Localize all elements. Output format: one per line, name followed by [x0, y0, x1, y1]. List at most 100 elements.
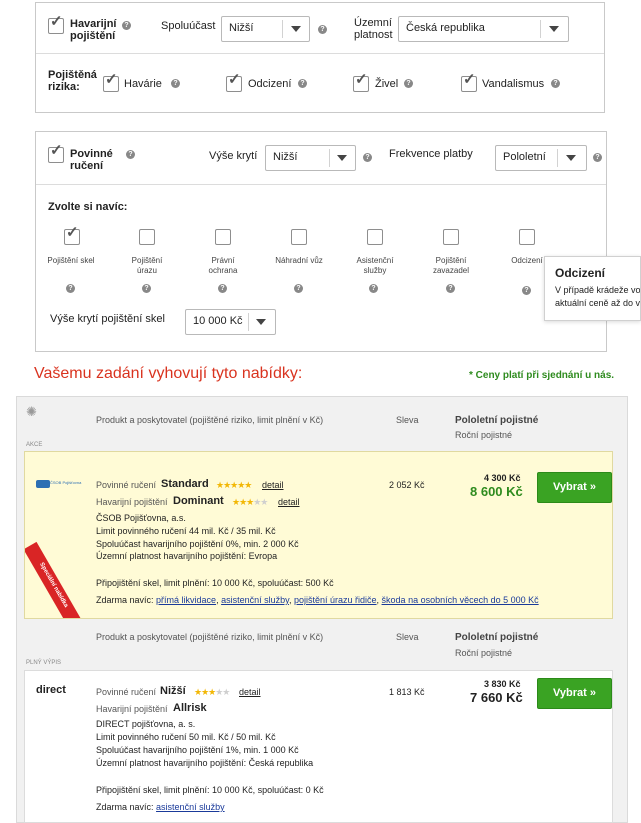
- spoluucast-select[interactable]: Nižší: [221, 16, 310, 42]
- extra-zavazadel-checkbox[interactable]: [443, 229, 459, 245]
- price-year: 7 660 Kč: [470, 690, 523, 705]
- divider: [36, 53, 604, 54]
- select-separator: [557, 149, 558, 167]
- hp-name: Allrisk: [173, 702, 207, 714]
- discount: 1 813 Kč: [389, 687, 425, 697]
- help-icon[interactable]: ?: [126, 150, 135, 159]
- frekvence-select[interactable]: Pololetní: [495, 145, 587, 171]
- help-icon[interactable]: ?: [298, 79, 307, 88]
- help-icon[interactable]: ?: [318, 25, 327, 34]
- csob-logo: ČSOB Pojišťovna: [36, 479, 81, 489]
- extra-asistencni-checkbox[interactable]: [367, 229, 383, 245]
- help-icon[interactable]: ?: [171, 79, 180, 88]
- hp-detail-link[interactable]: detail: [278, 496, 300, 508]
- select-offer-button[interactable]: Vybrat »: [537, 472, 612, 503]
- help-icon[interactable]: ?: [122, 21, 131, 30]
- extra-nahradni-checkbox[interactable]: [291, 229, 307, 245]
- help-icon[interactable]: ?: [522, 286, 531, 295]
- glass-select[interactable]: 10 000 Kč: [185, 309, 276, 335]
- offer-line-2: Spoluúčast havarijního pojištění 1%, min…: [96, 745, 299, 755]
- col-discount-header: Sleva: [396, 415, 419, 425]
- extra-pravni-checkbox[interactable]: [215, 229, 231, 245]
- tooltip-text-1: V případě krádeže vo: [555, 285, 641, 295]
- glass-value: 10 000 Kč: [193, 315, 243, 327]
- pr-name: Standard: [161, 478, 209, 490]
- pr-detail-link[interactable]: detail: [262, 479, 284, 491]
- help-icon[interactable]: ?: [66, 284, 75, 293]
- extra-urazu-checkbox[interactable]: [139, 229, 155, 245]
- pr-stars: ★★★★★: [194, 686, 230, 698]
- pr-stars: ★★★★★: [216, 479, 252, 491]
- uzemni-select[interactable]: Česká republika: [398, 16, 569, 42]
- chevron-down-icon: [337, 155, 347, 161]
- risk-havarie-label: Havárie: [124, 78, 162, 90]
- select-separator: [329, 149, 330, 167]
- free-extra-link[interactable]: přímá likvidace: [156, 595, 216, 605]
- help-icon[interactable]: ?: [142, 284, 151, 293]
- extras-label: Zvolte si navíc:: [48, 201, 128, 213]
- logo-text: ČSOB Pojišťovna: [50, 480, 82, 485]
- check-icon: ✓: [463, 71, 476, 88]
- help-icon[interactable]: ?: [446, 284, 455, 293]
- free-extra-link[interactable]: škoda na osobních věcech do 5 000 Kč: [382, 595, 539, 605]
- col-discount-header: Sleva: [396, 632, 419, 642]
- pr-detail-link[interactable]: detail: [239, 686, 261, 698]
- extra-skla-checkbox[interactable]: ✓: [64, 225, 80, 245]
- col-product-header: Produkt a poskytovatel (pojištěné riziko…: [96, 415, 324, 425]
- help-icon[interactable]: ?: [404, 79, 413, 88]
- hp-label: Havarijní pojištění: [96, 497, 168, 507]
- section-plny-vypis: PLNÝ VÝPIS: [26, 660, 62, 666]
- extra-nahradni-label: Náhradní vůz: [275, 256, 323, 265]
- help-icon[interactable]: ?: [363, 153, 372, 162]
- risk-vandalismus-checkbox[interactable]: ✓: [461, 72, 477, 92]
- col-price-half-header: Pololetní pojistné: [455, 632, 539, 643]
- help-icon[interactable]: ?: [551, 79, 560, 88]
- check-icon: ✓: [66, 224, 79, 241]
- hp-stars: ★★★★★: [232, 496, 268, 508]
- help-icon[interactable]: ?: [369, 284, 378, 293]
- risk-odcizeni-checkbox[interactable]: ✓: [226, 72, 242, 92]
- pr-label: Povinné ručení: [96, 480, 157, 490]
- help-icon[interactable]: ?: [593, 153, 602, 162]
- povinne-label: Povinné ručení: [70, 148, 113, 172]
- price-half: 3 830 Kč: [484, 679, 521, 689]
- discount: 2 052 Kč: [389, 480, 425, 490]
- check-icon: ✓: [50, 13, 63, 30]
- check-icon: ✓: [105, 71, 118, 88]
- povinne-checkbox[interactable]: ✓: [48, 143, 64, 163]
- pr-name: Nižší: [160, 685, 186, 697]
- havarijni-checkbox[interactable]: ✓: [48, 14, 64, 34]
- risk-zivel-checkbox[interactable]: ✓: [353, 72, 369, 92]
- free-extras-label: Zdarma navíc:: [96, 802, 154, 812]
- spoluucast-value: Nižší: [229, 22, 254, 34]
- help-icon[interactable]: ?: [218, 284, 227, 293]
- star-icon: ★★★★★: [216, 480, 252, 490]
- risk-havarie-checkbox[interactable]: ✓: [103, 72, 119, 92]
- free-extra-link[interactable]: pojištění úrazu řidiče: [294, 595, 377, 605]
- risks-label: Pojištěná rizika:: [48, 69, 97, 93]
- hp-label: Havarijní pojištění: [96, 704, 168, 714]
- check-icon: ✓: [50, 142, 63, 159]
- vyse-kryti-select[interactable]: Nižší: [265, 145, 356, 171]
- help-icon[interactable]: ?: [294, 284, 303, 293]
- extra-pravni-label: Právní ochrana: [208, 256, 238, 275]
- offer-line-1: Limit povinného ručení 50 mil. Kč / 50 m…: [96, 732, 276, 742]
- price-year: 8 600 Kč: [470, 484, 523, 499]
- free-extras: Zdarma navíc: přímá likvidace, asistenčn…: [96, 595, 539, 605]
- free-extra-link[interactable]: asistenční služby: [156, 802, 225, 812]
- select-offer-button[interactable]: Vybrat »: [537, 678, 612, 709]
- havarijni-label: Havarijní pojištění: [70, 18, 117, 42]
- chevron-down-icon: [549, 26, 559, 32]
- chevron-down-icon: [256, 319, 266, 325]
- extra-odcizeni-checkbox[interactable]: [519, 229, 535, 245]
- pr-label: Povinné ručení: [96, 687, 157, 697]
- col-product-header: Produkt a poskytovatel (pojištěné riziko…: [96, 632, 324, 642]
- free-extra-link[interactable]: asistenční služby: [221, 595, 289, 605]
- risk-vandalismus-label: Vandalismus: [482, 78, 545, 90]
- check-icon: ✓: [355, 71, 368, 88]
- chevron-down-icon: [566, 155, 576, 161]
- tooltip: Odcizení V případě krádeže vo aktuální c…: [544, 256, 641, 321]
- col-price-year-header: Roční pojistné: [455, 430, 513, 440]
- select-separator: [248, 313, 249, 331]
- offer-line-3: Územní platnost havarijního pojištění: E…: [96, 551, 278, 561]
